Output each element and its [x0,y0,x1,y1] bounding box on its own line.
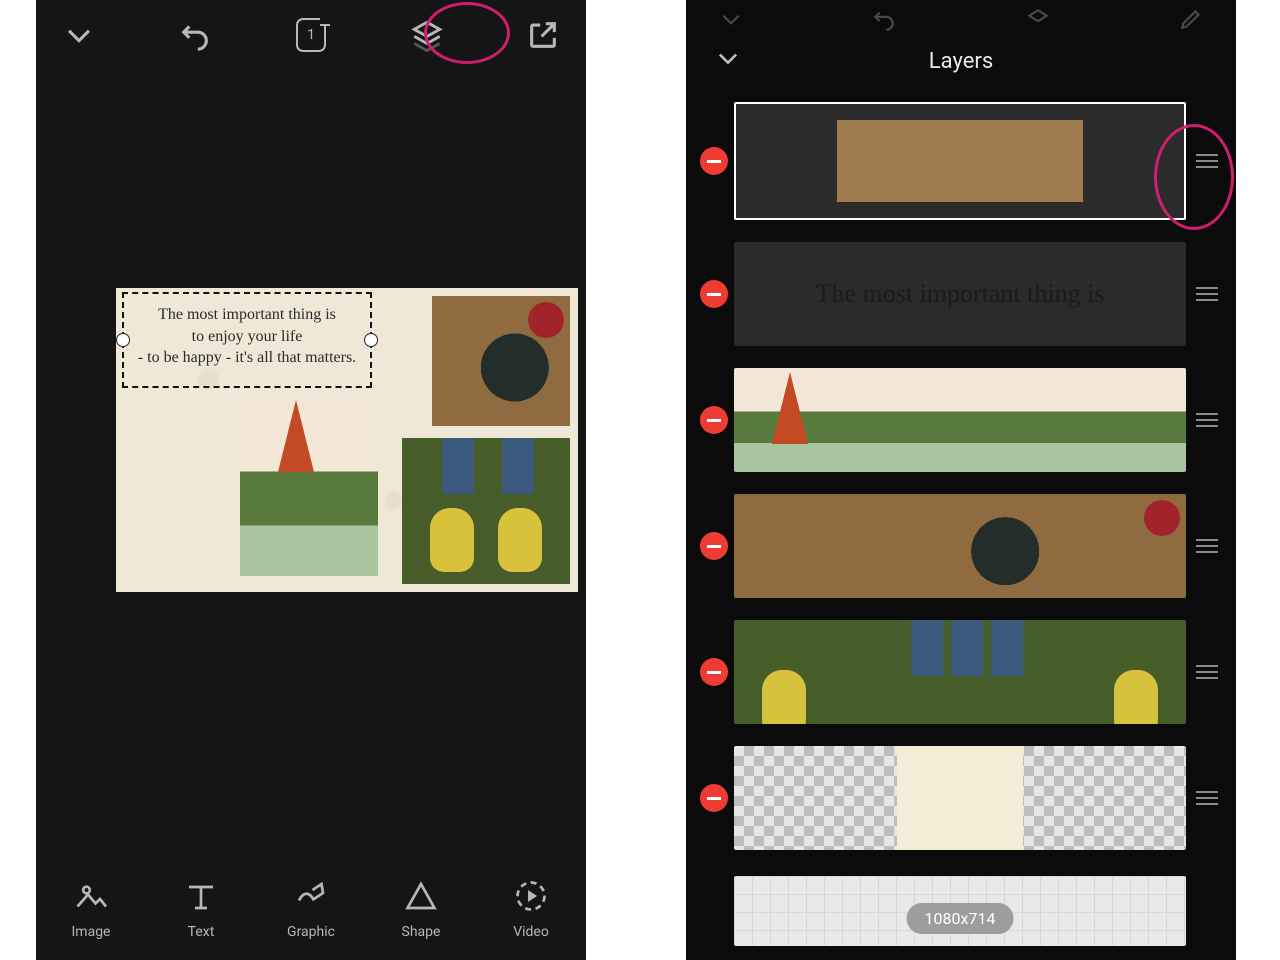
tab-label: Shape [402,924,441,940]
collapse-button[interactable] [62,18,96,52]
drag-handle-icon[interactable] [1192,413,1222,427]
canvas-text-line: to enjoy your life [132,326,362,348]
canvas-text-line: The most important thing is [132,304,362,326]
page-count: 1 [307,27,315,43]
export-button[interactable] [526,18,560,52]
tab-label: Video [513,924,549,940]
layer-row-canvas[interactable]: 1080x714 [700,876,1222,946]
layer-thumbnail[interactable] [734,102,1186,220]
edit-icon [1178,6,1204,32]
selection-handle-left[interactable] [116,333,130,347]
layer-thumbnail[interactable] [734,494,1186,598]
canvas[interactable]: The most important thing is to enjoy you… [116,288,578,592]
layer-row-shape[interactable] [700,102,1222,220]
video-icon [513,878,549,914]
canvas-image-tower[interactable] [240,396,378,576]
layer-thumbnail[interactable] [734,746,1186,850]
text-icon [183,878,219,914]
drag-handle-icon[interactable] [1192,791,1222,805]
tab-shape[interactable]: Shape [386,878,456,940]
tab-label: Image [72,924,111,940]
shape-swatch [837,120,1083,202]
tab-graphic[interactable]: Graphic [276,878,346,940]
pages-button[interactable]: 1 [294,18,328,52]
layers-icon [1025,6,1051,32]
tab-text[interactable]: Text [166,878,236,940]
tab-video[interactable]: Video [496,878,566,940]
bottom-toolbar: Image Text Graphic Shape Video [36,878,586,940]
layers-panel-header: Layers [686,32,1236,90]
annotation-circle-layers-icon [424,2,510,64]
canvas-image-food[interactable] [432,296,570,426]
dimmed-top-toolbar [686,0,1236,32]
layer-thumbnail-canvas[interactable]: 1080x714 [734,876,1186,946]
panel-title: Layers [929,49,993,74]
layer-row-text[interactable]: The most important thing is [700,242,1222,346]
delete-layer-button[interactable] [700,280,728,308]
drag-handle-icon[interactable] [1192,539,1222,553]
selection-handle-right[interactable] [364,333,378,347]
layer-row-image-tower[interactable] [700,368,1222,472]
layer-row-image-feet[interactable] [700,620,1222,724]
tab-label: Text [188,924,215,940]
canvas-text-line: - to be happy - it's all that matters. [132,347,362,369]
canvas-image-feet[interactable] [402,438,570,584]
close-panel-button[interactable] [714,44,742,78]
paper-overlay [897,746,1024,850]
canvas-text-block[interactable]: The most important thing is to enjoy you… [132,304,362,369]
layer-row-background[interactable] [700,746,1222,850]
annotation-circle-drag-handle [1154,124,1234,230]
layer-thumbnail[interactable] [734,368,1186,472]
delete-layer-button[interactable] [700,658,728,686]
delete-layer-button[interactable] [700,147,728,175]
tab-image[interactable]: Image [56,878,126,940]
delete-layer-button[interactable] [700,406,728,434]
layer-thumbnail[interactable]: The most important thing is [734,242,1186,346]
layer-text-preview: The most important thing is [816,279,1105,309]
undo-icon [871,6,897,32]
image-icon [73,878,109,914]
layers-list[interactable]: The most important thing is [686,90,1236,960]
drag-handle-icon[interactable] [1192,665,1222,679]
drag-handle-icon[interactable] [1192,287,1222,301]
delete-layer-button[interactable] [700,784,728,812]
chevron-down-icon [718,6,744,32]
editor-screen: 1 The most important thing is to enjoy y… [36,0,586,960]
undo-button[interactable] [178,18,212,52]
layers-screen: Layers The most important thing is [686,0,1236,960]
graphic-icon [293,878,329,914]
canvas-dimensions-badge: 1080x714 [907,903,1014,934]
layer-row-image-food[interactable] [700,494,1222,598]
shape-icon [403,878,439,914]
tab-label: Graphic [287,924,335,940]
delete-layer-button[interactable] [700,532,728,560]
layer-thumbnail[interactable] [734,620,1186,724]
